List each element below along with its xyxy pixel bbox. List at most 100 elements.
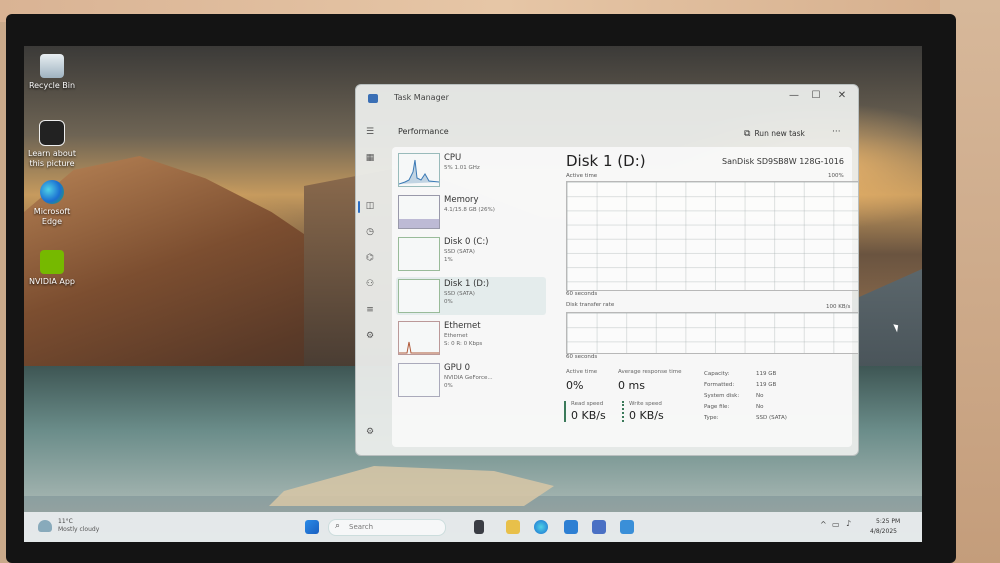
perf-item-detail: SSD (SATA) <box>444 291 475 297</box>
perf-item-gpu[interactable]: GPU 0 NVIDIA GeForce... 0% <box>396 361 546 399</box>
maximize-button[interactable]: ☐ <box>806 90 826 101</box>
disk-title: Disk 1 (D:) <box>566 152 646 170</box>
gpu-thumbnail <box>398 363 440 397</box>
taskbar: 11°C Mostly cloudy ⌕ Search ^ ▭ ♪ 5:25 P… <box>24 512 922 542</box>
perf-item-name: Ethernet <box>444 321 481 331</box>
folder-icon[interactable] <box>506 520 520 534</box>
task-manager-window[interactable]: Task Manager — ☐ ✕ ☰ ▦ ◫ ◷ ⌬ ⚇ ≡ ⚙ ⚙ Per… <box>355 84 859 456</box>
task-manager-icon <box>368 94 378 103</box>
perf-item-detail: 4.1/15.8 GB (26%) <box>444 207 495 213</box>
task-manager-icon[interactable] <box>620 520 634 534</box>
edge-icon[interactable] <box>534 520 548 534</box>
nvidia-icon <box>40 250 64 274</box>
perf-item-name: Disk 1 (D:) <box>444 279 490 289</box>
start-icon[interactable] <box>305 520 319 534</box>
perf-item-disk1[interactable]: Disk 1 (D:) SSD (SATA) 0% <box>396 277 546 315</box>
run-task-label: Run new task <box>754 129 805 138</box>
weather-icon[interactable] <box>38 520 52 532</box>
perf-item-name: GPU 0 <box>444 363 471 373</box>
prop-label: Type: <box>704 415 719 421</box>
ethernet-sparkline <box>399 341 439 354</box>
clock-date[interactable]: 4/8/2025 <box>870 528 897 535</box>
file-explorer-icon[interactable] <box>474 520 484 534</box>
avg-response-value: 0 ms <box>618 379 645 392</box>
perf-item-usage: 0% <box>444 383 453 389</box>
network-icon[interactable]: ▭ <box>832 520 840 529</box>
clock-time[interactable]: 5:25 PM <box>876 518 900 525</box>
menu-icon[interactable]: ☰ <box>364 127 376 137</box>
details-icon[interactable]: ≡ <box>364 305 376 315</box>
run-task-icon: ⧉ <box>744 129 751 139</box>
startup-icon[interactable]: ⌬ <box>364 253 376 263</box>
desktop-icon-recycle-bin[interactable]: Recycle Bin <box>24 54 80 91</box>
active-time-label: Active time <box>566 369 598 375</box>
perf-item-usage: 1% <box>444 257 453 263</box>
processes-icon[interactable]: ▦ <box>364 153 376 163</box>
perf-item-ethernet[interactable]: Ethernet Ethernet S: 0 R: 0 Kbps <box>396 319 546 357</box>
store-icon[interactable] <box>564 520 578 534</box>
prop-label: Capacity: <box>704 371 730 377</box>
avg-response-label: Average response time <box>618 369 682 375</box>
app-history-icon[interactable]: ◷ <box>364 227 376 237</box>
memory-thumbnail <box>398 195 440 229</box>
prop-value: 119 GB <box>756 371 777 377</box>
graph2-min: 0 <box>858 354 859 360</box>
prop-value: No <box>756 404 764 410</box>
read-speed-label: Read speed <box>571 401 604 407</box>
write-speed: Write speed 0 KB/s <box>622 401 664 422</box>
desktop-icon-learn-picture[interactable]: Learn about this picture <box>24 120 80 169</box>
volume-icon[interactable]: ♪ <box>846 519 851 528</box>
desktop-icon-label: NVIDIA App <box>29 277 75 286</box>
cpu-sparkline <box>398 159 440 185</box>
prop-label: Page file: <box>704 404 730 410</box>
weather-temperature[interactable]: 11°C <box>58 518 73 525</box>
prop-value: SSD (SATA) <box>756 415 787 421</box>
services-icon[interactable]: ⚙ <box>364 331 376 341</box>
transfer-rate-graph <box>566 312 858 354</box>
more-options-button[interactable]: ··· <box>832 127 841 137</box>
prop-value: No <box>756 393 764 399</box>
close-button[interactable]: ✕ <box>832 90 852 101</box>
desktop-icon-nvidia[interactable]: NVIDIA App <box>24 250 80 287</box>
desktop-icon-label: Recycle Bin <box>28 81 76 90</box>
perf-item-name: Memory <box>444 195 479 205</box>
perf-item-detail: Ethernet <box>444 333 468 339</box>
read-speed-value: 0 KB/s <box>571 409 606 422</box>
perf-item-disk0[interactable]: Disk 0 (C:) SSD (SATA) 1% <box>396 235 546 273</box>
write-speed-value: 0 KB/s <box>629 409 664 422</box>
ethernet-thumbnail <box>398 321 440 355</box>
settings-icon[interactable]: ⚙ <box>364 427 376 437</box>
search-placeholder: Search <box>349 523 374 531</box>
perf-item-name: Disk 0 (C:) <box>444 237 489 247</box>
write-speed-label: Write speed <box>629 401 662 407</box>
camera-icon <box>39 120 65 146</box>
weather-condition[interactable]: Mostly cloudy <box>58 526 99 533</box>
graph1-min: 0 <box>858 291 859 297</box>
title-bar[interactable]: Task Manager — ☐ ✕ <box>356 85 858 111</box>
nav-sidebar: ☰ ▦ ◫ ◷ ⌬ ⚇ ≡ ⚙ ⚙ <box>356 111 384 455</box>
active-time-value: 0% <box>566 379 584 392</box>
desktop-icon-label: Microsoft Edge <box>33 207 71 226</box>
perf-item-cpu[interactable]: CPU 5% 1.01 GHz <box>396 151 546 189</box>
perf-item-memory[interactable]: Memory 4.1/15.8 GB (26%) <box>396 193 546 231</box>
chevron-up-icon[interactable]: ^ <box>820 520 827 529</box>
teams-icon[interactable] <box>592 520 606 534</box>
prop-label: System disk: <box>704 393 740 399</box>
graph2-max: 100 KB/s <box>826 304 851 310</box>
read-speed: Read speed 0 KB/s <box>564 401 606 422</box>
perf-item-detail: NVIDIA GeForce... <box>444 375 493 381</box>
minimize-button[interactable]: — <box>784 90 804 101</box>
performance-panel: CPU 5% 1.01 GHz Memory 4.1/15.8 GB (26%)… <box>392 147 858 447</box>
edge-icon <box>40 180 64 204</box>
performance-icon[interactable]: ◫ <box>364 201 376 211</box>
run-new-task-button[interactable]: ⧉ Run new task <box>744 129 805 139</box>
perf-item-usage: 0% <box>444 299 453 305</box>
active-time-graph <box>566 181 858 291</box>
users-icon[interactable]: ⚇ <box>364 279 376 289</box>
search-box[interactable]: ⌕ Search <box>328 519 446 536</box>
graph1-span: 60 seconds <box>566 291 598 297</box>
desktop-icon-label: Learn about this picture <box>28 149 76 168</box>
desktop-icon-edge[interactable]: Microsoft Edge <box>24 180 80 227</box>
graph2-span: 60 seconds <box>566 354 598 360</box>
prop-value: 119 GB <box>756 382 777 388</box>
